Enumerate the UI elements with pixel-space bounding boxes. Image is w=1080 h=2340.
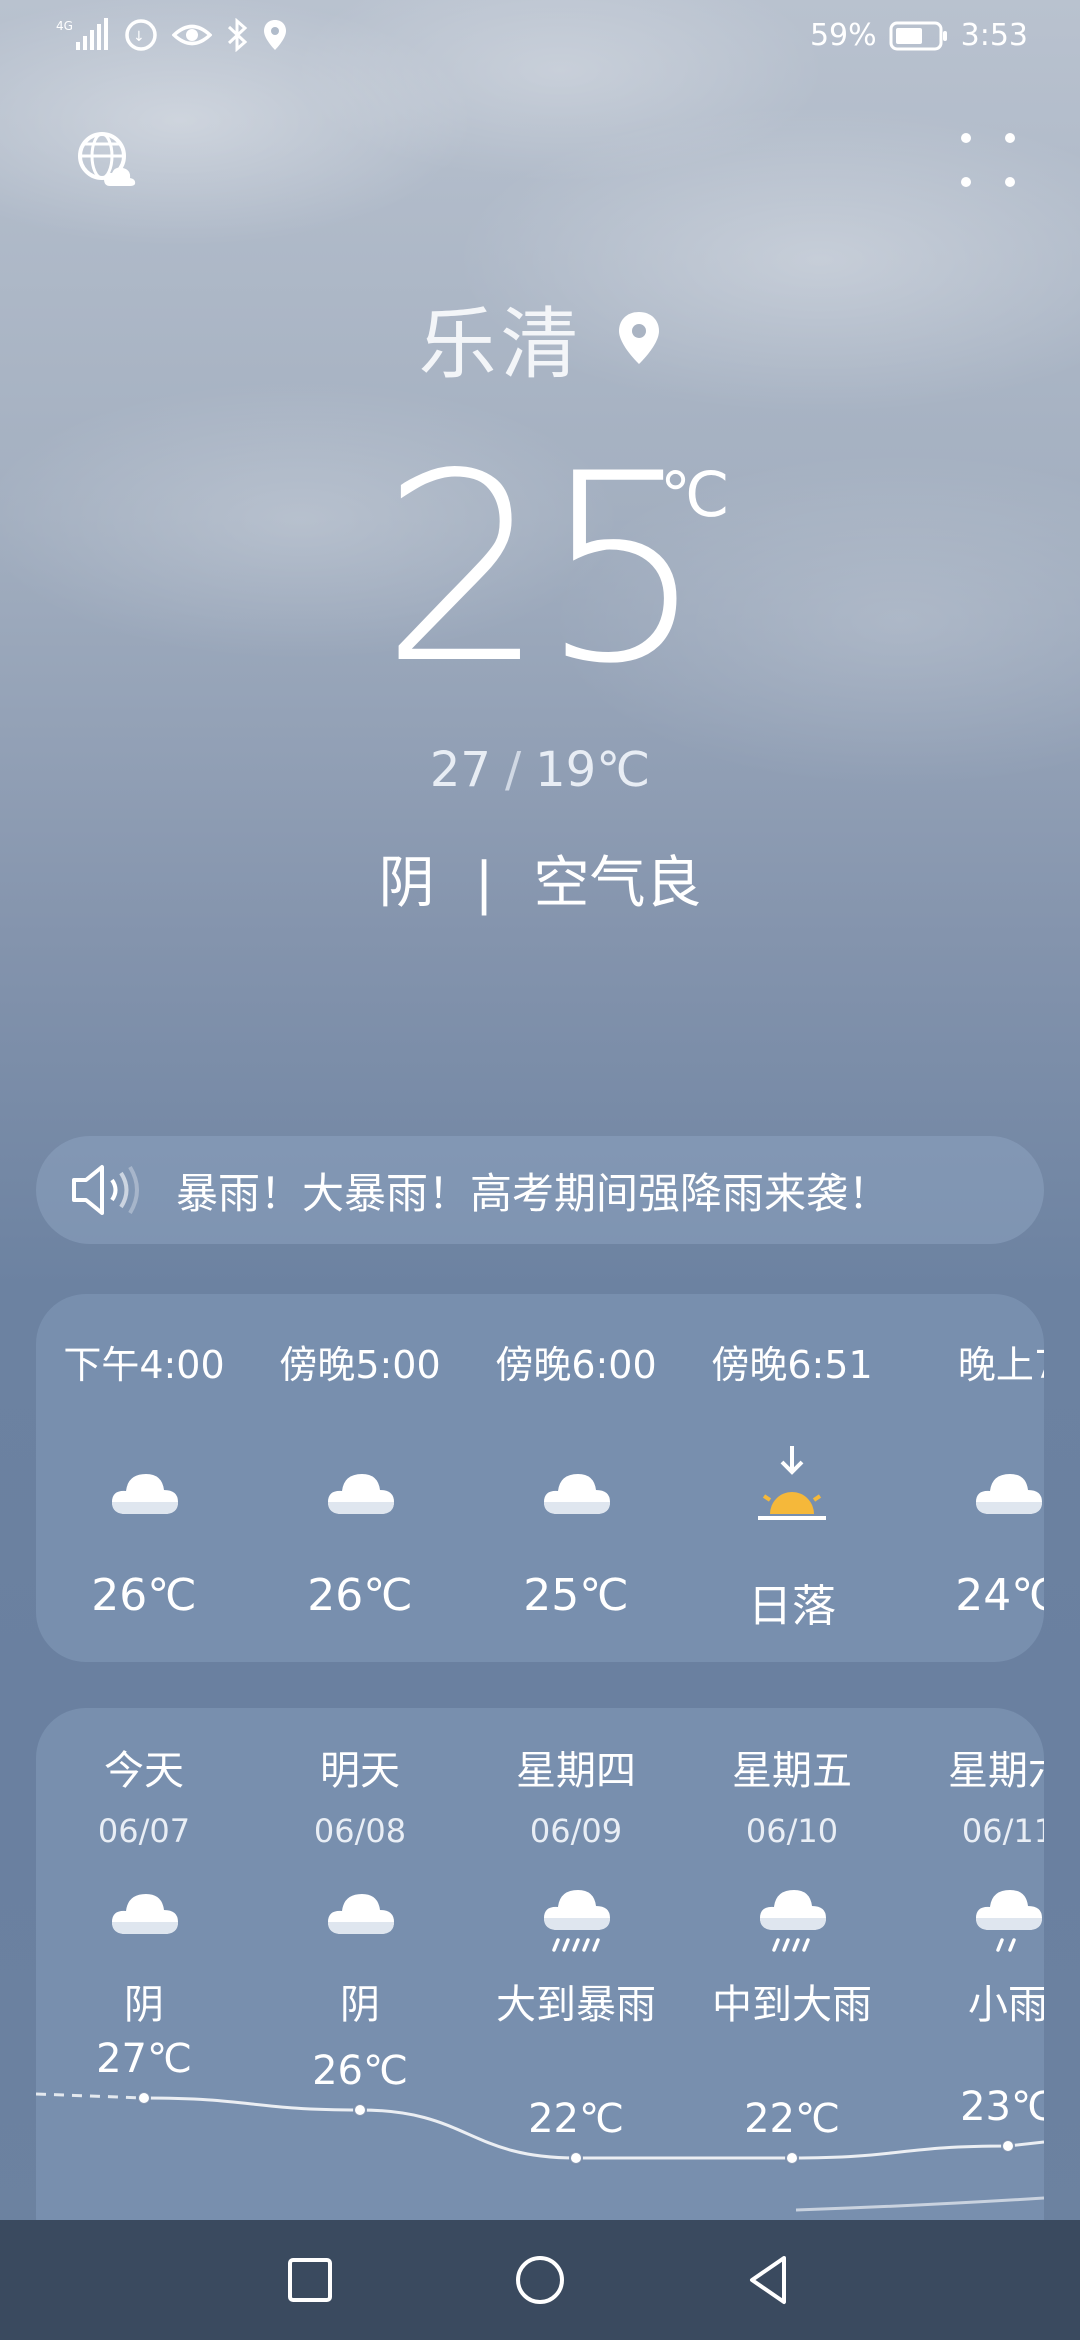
- cloud-icon: [36, 1464, 252, 1534]
- cloud-icon: [900, 1464, 1044, 1534]
- curve-point: [1001, 2139, 1015, 2153]
- day-label: 星期四: [516, 1748, 636, 1794]
- day-high-temp: 22℃: [528, 2096, 624, 2142]
- hour-time: 傍晚5:00: [279, 1343, 441, 1387]
- cloud-icon: [252, 1884, 468, 1960]
- curve-point: [353, 2103, 367, 2117]
- day-high-temp: 27℃: [96, 2036, 192, 2082]
- hour-temp: 26℃: [91, 1570, 197, 1621]
- day-date: 06/10: [745, 1812, 839, 1850]
- hourly-forecast-card[interactable]: 下午4:00 傍晚5:00 傍晚6:00 傍晚6:51 晚上7 26℃ 26℃ …: [36, 1294, 1044, 1662]
- daily-forecast-card[interactable]: 今天 明天 星期四 星期五 星期六 06/07 06/08 06/09 06/1…: [36, 1708, 1044, 2268]
- back-button[interactable]: [740, 2250, 800, 2310]
- day-high-temp: 22℃: [744, 2096, 840, 2142]
- day-condition: 阴: [124, 1982, 164, 2028]
- heavy-rain-icon: [468, 1884, 684, 1960]
- day-high-temp: 23℃: [960, 2084, 1044, 2130]
- circle-icon: [516, 2256, 564, 2304]
- day-date: 06/08: [313, 1812, 407, 1850]
- temperature-unit: ℃: [660, 458, 730, 531]
- recents-button[interactable]: [280, 2250, 340, 2310]
- system-navigation-bar: [0, 2220, 1080, 2340]
- dots-grid-icon: [961, 133, 1015, 187]
- current-temperature: 25 ℃: [0, 440, 1080, 700]
- day-condition: 小雨: [968, 1982, 1044, 2028]
- day-label: 明天: [320, 1748, 400, 1794]
- day-date: 06/11: [961, 1812, 1044, 1850]
- bluetooth-icon: [227, 18, 248, 52]
- hour-temp: 24℃: [955, 1570, 1044, 1621]
- globe-cloud-icon: [78, 132, 136, 186]
- curve-point: [137, 2091, 151, 2105]
- hour-time: 傍晚6:00: [495, 1343, 657, 1387]
- svg-text:↓: ↓: [133, 29, 145, 45]
- alert-text: 暴雨！大暴雨！高考期间强降雨来袭！: [176, 1168, 891, 1218]
- status-bar: 4G ↓ 59% 3:53: [0, 0, 1080, 76]
- hour-temp: 26℃: [307, 1570, 413, 1621]
- battery-icon: [889, 21, 947, 50]
- clock: 3:53: [960, 18, 1028, 53]
- eye-icon: [172, 24, 212, 46]
- weather-alert-banner[interactable]: 暴雨！大暴雨！高考期间强降雨来袭！: [36, 1136, 1044, 1244]
- condition-row[interactable]: 阴 | 空气良: [0, 838, 1080, 919]
- city-manage-button[interactable]: [74, 128, 138, 192]
- status-icons-left: 4G ↓: [56, 18, 288, 52]
- day-date: 06/09: [529, 1812, 623, 1850]
- day-condition: 中到大雨: [712, 1982, 872, 2028]
- city-name: 乐清: [418, 300, 583, 390]
- cloud-icon: [36, 1884, 252, 1960]
- battery-percent: 59%: [809, 18, 877, 53]
- signal-icon: 4G: [56, 18, 108, 50]
- day-label: 星期五: [732, 1748, 852, 1794]
- low-curve-line: [795, 2196, 1044, 2212]
- hour-time: 晚上7: [957, 1343, 1044, 1387]
- day-date: 06/07: [97, 1812, 191, 1850]
- curve-point: [785, 2151, 799, 2165]
- hour-time: 下午4:00: [63, 1343, 225, 1387]
- day-label: 星期六: [948, 1748, 1044, 1794]
- day-condition: 大到暴雨: [496, 1982, 656, 2028]
- speaker-icon: [72, 1165, 139, 1215]
- weather-condition: 阴: [378, 851, 435, 916]
- cloud-icon: [468, 1464, 684, 1534]
- location-pin-icon: [618, 312, 659, 364]
- day-condition: 阴: [340, 1982, 380, 2028]
- temperature-value: 25: [380, 419, 706, 721]
- triangle-back-icon: [750, 2256, 786, 2304]
- temp-range: 27/19℃: [429, 742, 651, 798]
- temp-high: 27: [429, 742, 491, 798]
- hour-temp: 25℃: [523, 1570, 629, 1621]
- sunset-icon: [684, 1444, 900, 1520]
- square-icon: [288, 2258, 332, 2302]
- light-rain-icon: [900, 1884, 1044, 1960]
- day-label: 今天: [104, 1748, 184, 1794]
- hour-time: 傍晚6:51: [711, 1343, 873, 1387]
- day-high-temp: 26℃: [312, 2048, 408, 2094]
- temp-low: 19℃: [535, 742, 651, 798]
- cloud-icon: [252, 1464, 468, 1534]
- curve-lead-in: [36, 2092, 145, 2100]
- more-options-button[interactable]: [956, 128, 1020, 192]
- city-header[interactable]: 乐清: [0, 282, 1080, 394]
- home-button[interactable]: [510, 2250, 570, 2310]
- data-saver-icon: ↓: [125, 19, 157, 51]
- curve-point: [569, 2151, 583, 2165]
- location-status-icon: [264, 20, 286, 50]
- network-type: 4G: [56, 19, 73, 33]
- hour-temp: 日落: [748, 1581, 836, 1632]
- air-quality: 空气良: [533, 851, 702, 916]
- status-icons-right: 59% 3:53: [810, 18, 1028, 53]
- heavy-rain-icon: [684, 1884, 900, 1960]
